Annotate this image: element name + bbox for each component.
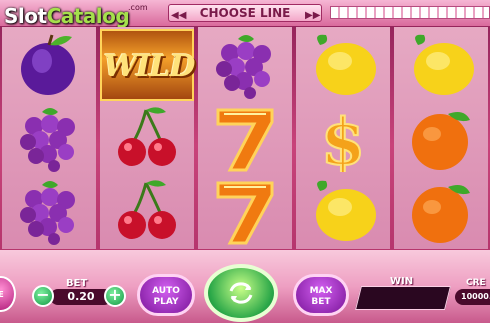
cherries-symbol [100,102,194,174]
grapes-symbol [2,175,96,247]
minus-icon: − [36,285,50,304]
bet-label: BET [66,278,88,289]
grapes-icon [216,35,271,99]
choose-line-button[interactable]: ◀◀ CHOOSE LINE ▶▶ [168,4,322,22]
cherries-icon [118,107,176,166]
bet-increase-button[interactable]: + [104,285,126,307]
seven-symbol [198,175,292,247]
logo-text: Slot [4,4,47,28]
max-bet-label-1: MAX [309,286,333,296]
orange-symbol [394,175,488,247]
spin-button[interactable] [204,264,278,322]
lemon-symbol [296,29,390,101]
seven-symbol [198,102,292,174]
plum-icon [21,34,75,95]
lemon-icon [316,34,376,95]
double-chevron-right-icon[interactable]: ▶▶ [305,9,320,23]
plum-symbol [2,29,96,101]
orange-icon [412,112,470,170]
lemon-symbol [296,175,390,247]
auto-play-label-2: PLAY [153,297,179,307]
logo-domain: .com [128,3,148,12]
reel-3 [198,27,292,249]
win-display [355,286,451,310]
max-bet-label-2: BET [311,297,331,307]
reel-1 [2,27,96,249]
logo-accent-text: Catalog [46,4,130,28]
grapes-icon [20,181,75,245]
refresh-arrows-icon [229,282,253,304]
wild-symbol: WILD [100,29,196,101]
lemon-symbol [394,29,488,101]
grapes-icon [20,108,75,172]
svg-text:$: $ [321,105,366,172]
site-logo: SlotCatalog [4,4,130,28]
bet-value: 0.20 [50,289,112,305]
auto-play-label-1: AUTO [152,286,180,296]
lemon-icon [414,34,474,95]
orange-symbol [394,102,488,174]
max-bet-button[interactable]: MAX BET [293,274,349,316]
grapes-symbol [2,102,96,174]
cherries-icon [118,180,176,239]
reel-5 [394,27,488,249]
dollar-symbol: $ [296,102,390,174]
reel-4: $ [296,27,390,249]
choose-line-label: CHOOSE LINE [199,6,291,20]
reels-grid: WILD $ [2,27,488,249]
top-bar: SlotCatalog .com ◀◀ CHOOSE LINE ▶▶ [0,0,490,28]
seven-icon [216,108,274,172]
reel-2: WILD [100,27,196,249]
wild-label: WILD [103,49,196,84]
auto-play-button[interactable]: AUTO PLAY [137,274,195,316]
credit-value: 10000. [455,289,490,305]
grapes-symbol [198,29,292,101]
dollar-icon: $ [320,104,367,172]
bet-decrease-button[interactable]: − [32,285,54,307]
slot-game: SlotCatalog .com ◀◀ CHOOSE LINE ▶▶ WILD … [0,0,490,323]
double-chevron-left-icon[interactable]: ◀◀ [171,9,186,23]
paylines-indicator-right [330,6,490,19]
credit-label: CRE [466,278,486,288]
menu-button-label: E [0,290,4,299]
plus-icon: + [108,285,122,304]
lemon-icon [316,180,376,241]
seven-icon [216,181,274,245]
cherries-symbol [100,175,194,247]
orange-icon [412,185,470,243]
